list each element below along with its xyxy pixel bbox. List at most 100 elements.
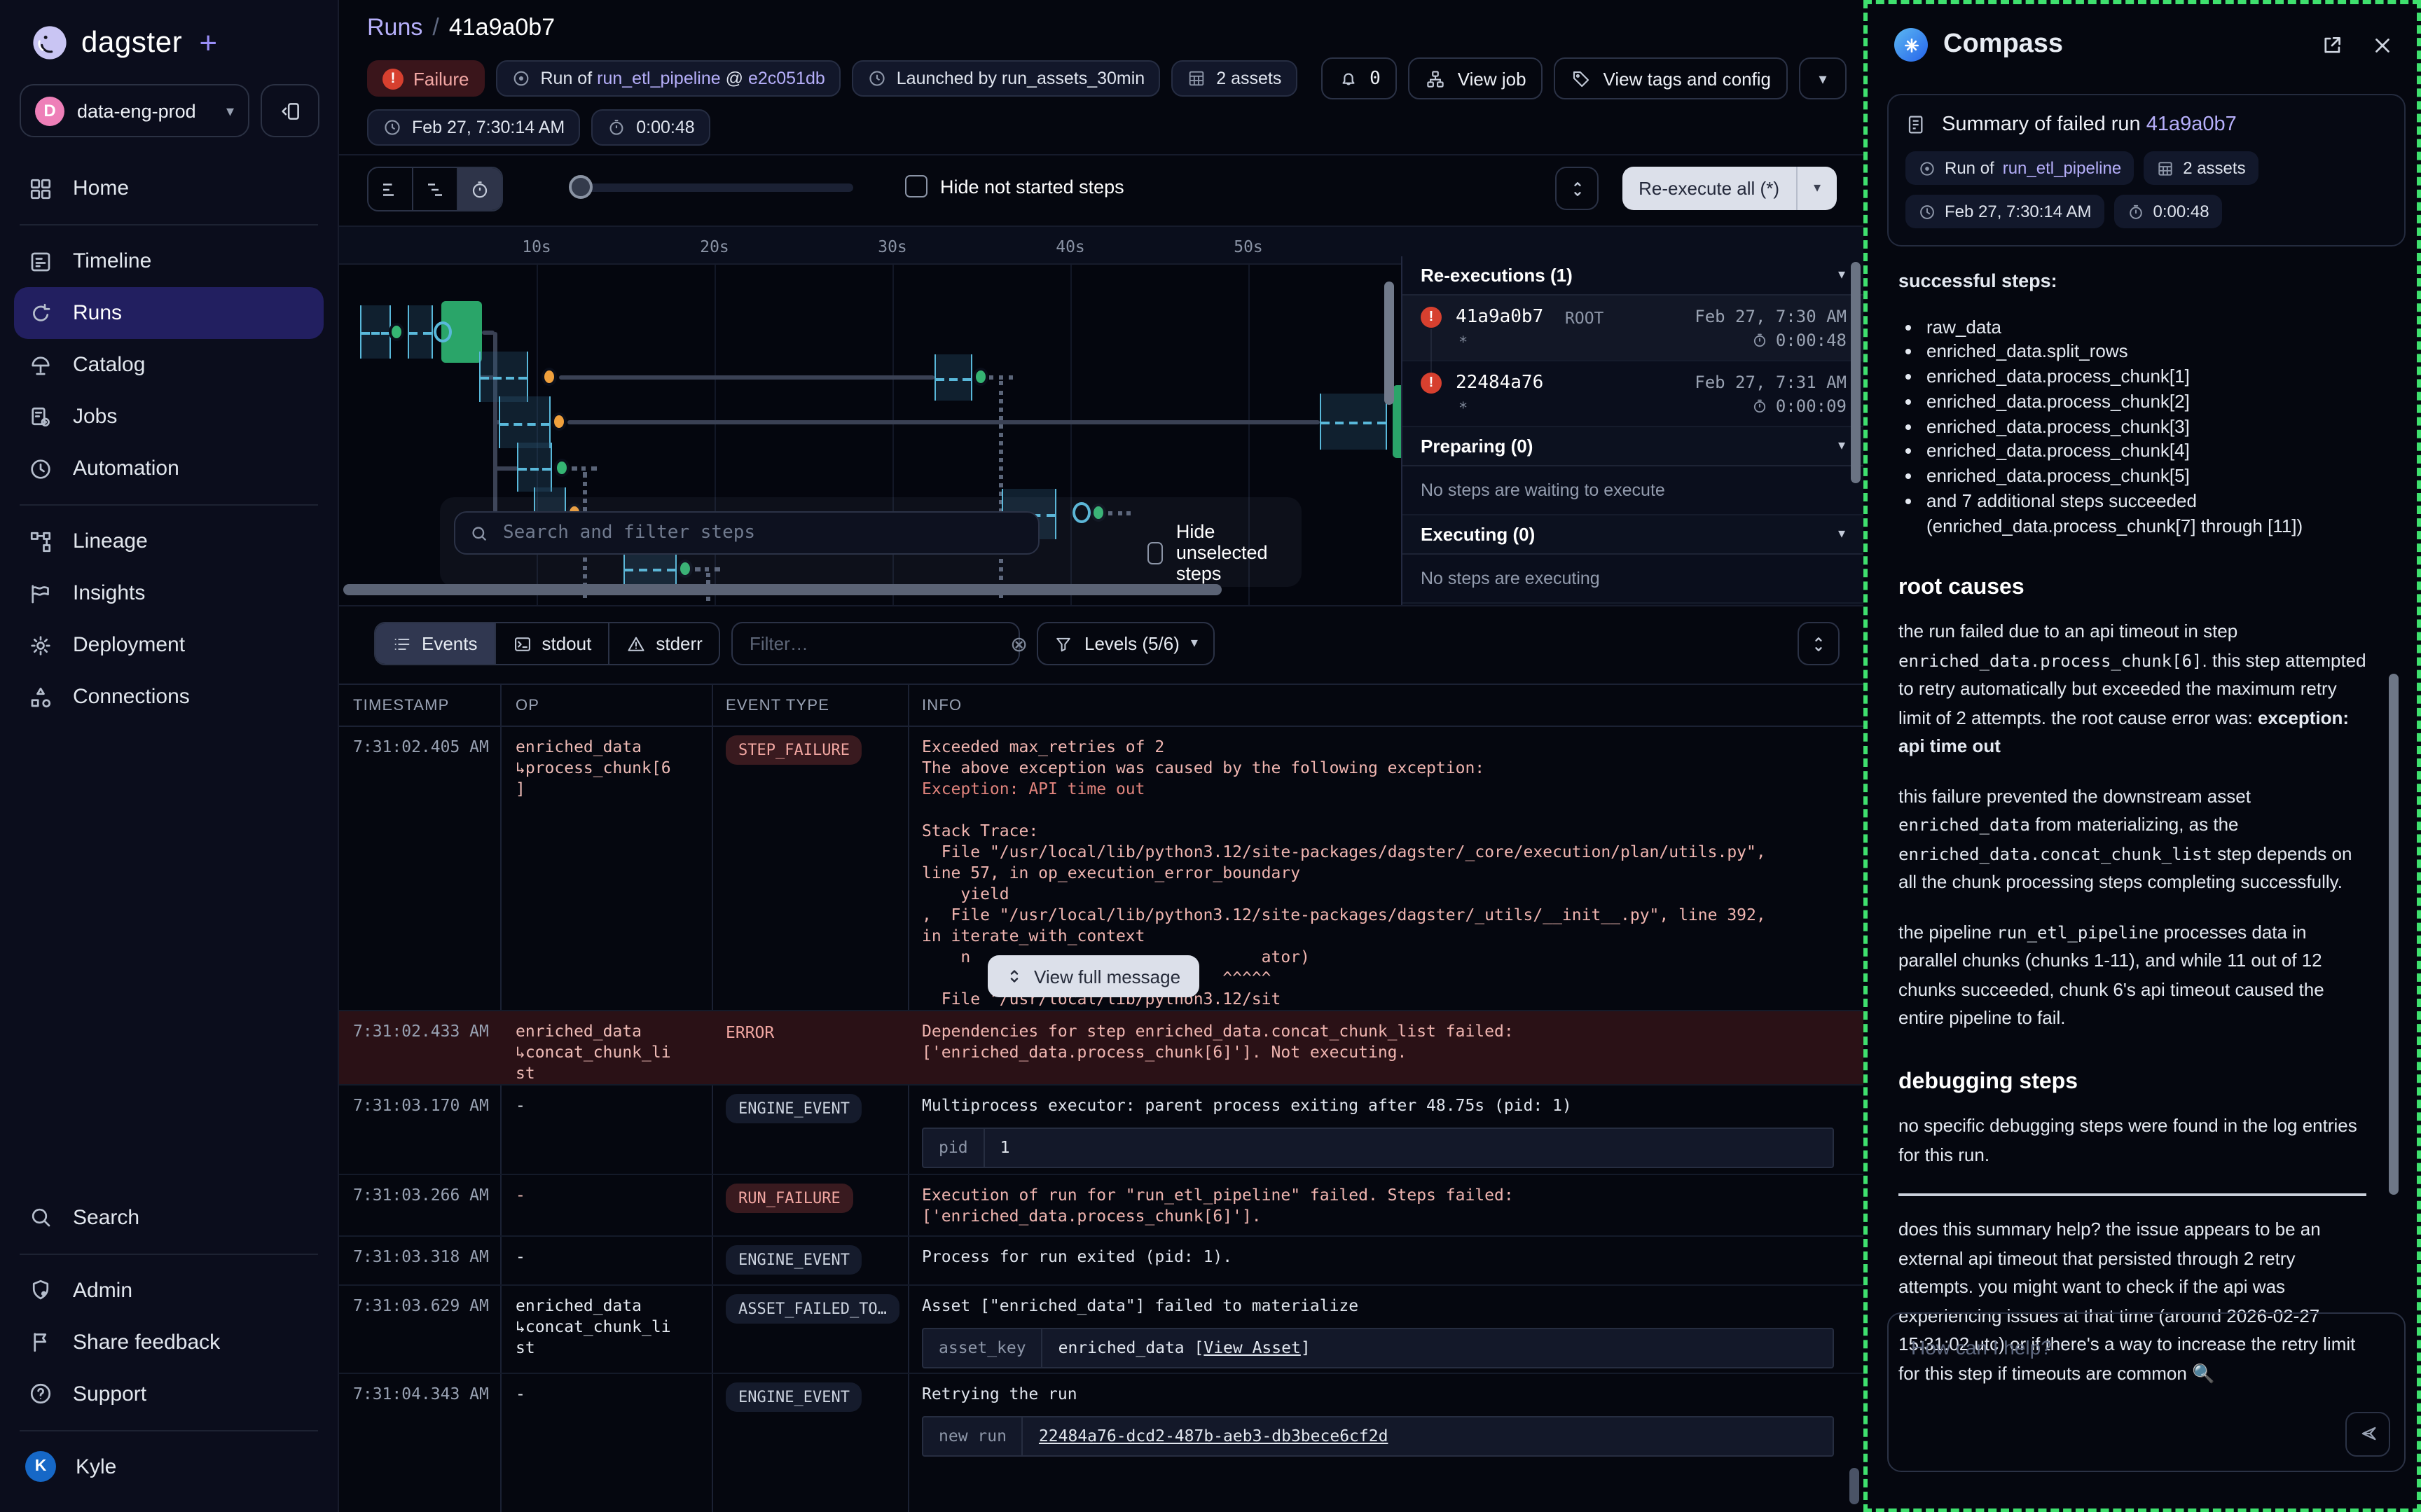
sidebar-item-jobs[interactable]: Jobs [14, 391, 324, 443]
zoom-slider[interactable] [573, 183, 853, 192]
hide-not-started-toggle[interactable]: Hide not started steps [905, 175, 1124, 197]
tab-events[interactable]: Events [375, 623, 496, 664]
sidebar-item-home[interactable]: Home [14, 162, 324, 214]
sidebar-item-runs[interactable]: Runs [14, 287, 324, 339]
step-bar-pending[interactable] [517, 443, 552, 492]
step-bar-pending[interactable] [499, 396, 551, 448]
event-op[interactable]: enriched_data ↳concat_chunk_li st [516, 1021, 709, 1084]
org-selector[interactable]: D data-eng-prod ▾ [20, 84, 249, 137]
section-header-preparing-0-[interactable]: Preparing (0)▾ [1402, 427, 1863, 466]
step-bar-pending[interactable] [479, 352, 528, 402]
zoom-slider-knob[interactable] [569, 175, 593, 199]
alerts-button[interactable]: 0 [1320, 57, 1398, 99]
col-info: INFO [922, 698, 962, 714]
view-tags-config-button[interactable]: View tags and config [1554, 57, 1788, 99]
event-op[interactable]: enriched_data ↳concat_chunk_li st [516, 1296, 709, 1359]
log-filter-field[interactable]: ⊗ [731, 622, 1020, 665]
levels-dropdown[interactable]: Levels (5/6) ▾ [1037, 622, 1215, 665]
hide-unselected-checkbox[interactable] [1147, 541, 1164, 564]
step-marker-green[interactable] [554, 459, 570, 477]
gantt-vertical-scrollbar[interactable] [1384, 282, 1394, 405]
sidebar-item-deployment[interactable]: Deployment [14, 619, 324, 671]
sidebar-item-timeline[interactable]: Timeline [14, 235, 324, 287]
user-menu[interactable]: KKyle [14, 1441, 324, 1492]
grid-icon [28, 176, 53, 201]
reexecution-run[interactable]: !22484a76Feb 27, 7:31 AM*0:00:09 [1402, 361, 1863, 427]
tab-stdout[interactable]: stdout [496, 623, 610, 664]
log-sort-button[interactable] [1798, 622, 1840, 665]
sidebar-item-search[interactable]: Search [14, 1191, 324, 1243]
reexecute-all-button[interactable]: Re-execute all (*) ▾ [1622, 167, 1837, 210]
compass-scrollbar[interactable] [2389, 674, 2399, 1195]
sidebar-collapse-button[interactable] [261, 84, 319, 137]
chat-input[interactable] [1908, 1333, 2334, 1436]
event-op[interactable]: - [516, 1185, 709, 1206]
reexecute-all-label[interactable]: Re-execute all (*) [1622, 167, 1796, 210]
sidebar-item-support[interactable]: Support [14, 1368, 324, 1420]
summary-run-link[interactable]: 41a9a0b7 [2146, 113, 2237, 136]
event-op[interactable]: - [516, 1384, 709, 1405]
step-bar-pending[interactable] [934, 354, 972, 401]
reexecute-dropdown[interactable]: ▾ [1796, 167, 1837, 210]
gantt-sort-button[interactable] [1555, 167, 1599, 210]
pipeline-link[interactable]: run_etl_pipeline [597, 69, 721, 88]
event-row[interactable]: 7:31:03.629 AMenriched_data ↳concat_chun… [339, 1286, 1863, 1374]
event-row[interactable]: 7:31:03.266 AM-RUN_FAILUREExecution of r… [339, 1175, 1863, 1237]
alerts-count: 0 [1370, 68, 1381, 89]
sidebar-item-share-feedback[interactable]: Share feedback [14, 1316, 324, 1368]
breadcrumb-runs-link[interactable]: Runs [367, 14, 422, 41]
run-of-chip[interactable]: Run of run_etl_pipeline @ e2c051db [496, 60, 841, 97]
reexecutions-scrollbar[interactable] [1851, 262, 1861, 483]
step-marker-green[interactable] [973, 368, 988, 386]
section-header-executing-0-[interactable]: Executing (0)▾ [1402, 515, 1863, 555]
open-in-new-icon[interactable] [2320, 33, 2344, 57]
close-icon[interactable] [2371, 33, 2394, 57]
step-search-input[interactable] [500, 521, 1024, 545]
chat-input-box[interactable] [1887, 1312, 2406, 1471]
event-row[interactable]: 7:31:03.170 AM-ENGINE_EVENTMultiprocess … [339, 1086, 1863, 1175]
send-button[interactable] [2345, 1411, 2390, 1456]
step-marker-orange[interactable] [551, 412, 567, 431]
run-summary-card[interactable]: Summary of failed run 41a9a0b7 Run of ru… [1887, 94, 2406, 247]
timed-view-button[interactable] [458, 168, 502, 210]
waterfall-view-button[interactable] [413, 168, 458, 210]
event-row[interactable]: 7:31:04.343 AM-ENGINE_EVENTRetrying the … [339, 1374, 1863, 1512]
sidebar-item-catalog[interactable]: Catalog [14, 339, 324, 391]
step-bar-pending[interactable] [408, 305, 433, 359]
tab-stderr[interactable]: stderr [609, 623, 719, 664]
assets-chip[interactable]: 2 assets [1171, 60, 1297, 97]
step-bar-pending[interactable] [1320, 394, 1387, 450]
gantt-horizontal-scrollbar[interactable] [343, 584, 1222, 595]
step-marker-green[interactable] [389, 323, 404, 341]
event-op[interactable]: - [516, 1095, 709, 1116]
event-row[interactable]: 7:31:03.318 AM-ENGINE_EVENTProcess for r… [339, 1237, 1863, 1286]
more-actions-button[interactable]: ▾ [1799, 57, 1847, 99]
hide-unselected-toggle[interactable]: Hide unselected steps [1147, 521, 1302, 584]
metadata-link[interactable]: 22484a76-dcd2-487b-aeb3-db3bece6cf2d [1039, 1426, 1388, 1445]
event-op[interactable]: enriched_data ↳process_chunk[6 ] [516, 737, 709, 800]
event-op[interactable]: - [516, 1247, 709, 1268]
run-id[interactable]: 22484a76 [1456, 373, 1543, 394]
step-marker-orange[interactable] [542, 368, 557, 386]
log-scrollbar[interactable] [1849, 1467, 1859, 1504]
event-row[interactable]: 7:31:02.433 AMenriched_data ↳concat_chun… [339, 1011, 1863, 1086]
commit-link[interactable]: e2c051db [748, 69, 825, 88]
step-bar-pending[interactable] [360, 305, 391, 359]
sidebar-item-lineage[interactable]: Lineage [14, 515, 324, 567]
app-logo[interactable]: dagster+ [0, 0, 338, 62]
metadata-link[interactable]: View Asset [1203, 1338, 1301, 1357]
hide-not-started-checkbox[interactable] [905, 175, 927, 197]
step-search-field[interactable] [454, 511, 1040, 555]
sidebar-item-automation[interactable]: Automation [14, 443, 324, 494]
reexecution-run[interactable]: !41a9a0b7ROOTFeb 27, 7:30 AM*0:00:48 [1402, 296, 1863, 361]
view-job-button[interactable]: View job [1409, 57, 1543, 99]
flat-view-button[interactable] [368, 168, 413, 210]
clear-filter-icon[interactable]: ⊗ [1010, 631, 1028, 656]
log-filter-input[interactable] [747, 632, 999, 656]
sidebar-item-connections[interactable]: Connections [14, 671, 324, 723]
view-full-message-button[interactable]: View full message [988, 955, 1199, 997]
sidebar-item-insights[interactable]: Insights [14, 567, 324, 619]
run-id[interactable]: 41a9a0b7 [1456, 307, 1543, 328]
sidebar-item-admin[interactable]: Admin [14, 1264, 324, 1316]
reexecutions-header[interactable]: Re-executions (1)▾ [1402, 256, 1863, 296]
